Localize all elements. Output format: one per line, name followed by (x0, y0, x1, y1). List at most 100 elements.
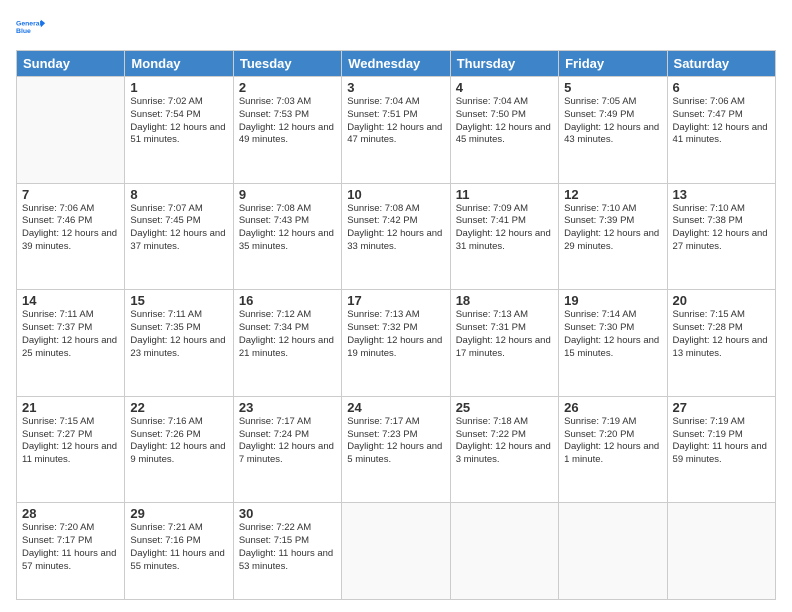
calendar-table: SundayMondayTuesdayWednesdayThursdayFrid… (16, 50, 776, 600)
calendar-cell: 15Sunrise: 7:11 AM Sunset: 7:35 PM Dayli… (125, 290, 233, 397)
day-info: Sunrise: 7:13 AM Sunset: 7:31 PM Dayligh… (456, 309, 553, 360)
weekday-header-monday: Monday (125, 51, 233, 77)
day-number: 30 (239, 506, 336, 521)
calendar-cell (559, 503, 667, 600)
day-info: Sunrise: 7:19 AM Sunset: 7:19 PM Dayligh… (673, 416, 770, 467)
day-number: 4 (456, 80, 553, 95)
calendar-cell: 20Sunrise: 7:15 AM Sunset: 7:28 PM Dayli… (667, 290, 775, 397)
day-number: 27 (673, 400, 770, 415)
calendar-cell: 17Sunrise: 7:13 AM Sunset: 7:32 PM Dayli… (342, 290, 450, 397)
calendar-cell (450, 503, 558, 600)
calendar-cell: 14Sunrise: 7:11 AM Sunset: 7:37 PM Dayli… (17, 290, 125, 397)
day-info: Sunrise: 7:12 AM Sunset: 7:34 PM Dayligh… (239, 309, 336, 360)
day-number: 20 (673, 293, 770, 308)
calendar-week-0: 1Sunrise: 7:02 AM Sunset: 7:54 PM Daylig… (17, 77, 776, 184)
day-info: Sunrise: 7:18 AM Sunset: 7:22 PM Dayligh… (456, 416, 553, 467)
calendar-cell: 29Sunrise: 7:21 AM Sunset: 7:16 PM Dayli… (125, 503, 233, 600)
calendar-week-4: 28Sunrise: 7:20 AM Sunset: 7:17 PM Dayli… (17, 503, 776, 600)
weekday-header-saturday: Saturday (667, 51, 775, 77)
calendar-cell: 9Sunrise: 7:08 AM Sunset: 7:43 PM Daylig… (233, 183, 341, 290)
day-number: 6 (673, 80, 770, 95)
day-info: Sunrise: 7:09 AM Sunset: 7:41 PM Dayligh… (456, 203, 553, 254)
day-info: Sunrise: 7:11 AM Sunset: 7:37 PM Dayligh… (22, 309, 119, 360)
calendar-cell: 28Sunrise: 7:20 AM Sunset: 7:17 PM Dayli… (17, 503, 125, 600)
calendar-cell: 26Sunrise: 7:19 AM Sunset: 7:20 PM Dayli… (559, 396, 667, 503)
day-info: Sunrise: 7:06 AM Sunset: 7:46 PM Dayligh… (22, 203, 119, 254)
calendar-week-2: 14Sunrise: 7:11 AM Sunset: 7:37 PM Dayli… (17, 290, 776, 397)
day-number: 21 (22, 400, 119, 415)
day-info: Sunrise: 7:05 AM Sunset: 7:49 PM Dayligh… (564, 96, 661, 147)
day-number: 10 (347, 187, 444, 202)
calendar-cell (17, 77, 125, 184)
day-info: Sunrise: 7:02 AM Sunset: 7:54 PM Dayligh… (130, 96, 227, 147)
day-number: 25 (456, 400, 553, 415)
calendar-cell: 8Sunrise: 7:07 AM Sunset: 7:45 PM Daylig… (125, 183, 233, 290)
day-number: 28 (22, 506, 119, 521)
calendar-cell: 25Sunrise: 7:18 AM Sunset: 7:22 PM Dayli… (450, 396, 558, 503)
day-number: 5 (564, 80, 661, 95)
calendar-cell (342, 503, 450, 600)
calendar-cell: 22Sunrise: 7:16 AM Sunset: 7:26 PM Dayli… (125, 396, 233, 503)
calendar-cell: 16Sunrise: 7:12 AM Sunset: 7:34 PM Dayli… (233, 290, 341, 397)
header: GeneralBlue (16, 12, 776, 42)
calendar-cell: 2Sunrise: 7:03 AM Sunset: 7:53 PM Daylig… (233, 77, 341, 184)
weekday-header-row: SundayMondayTuesdayWednesdayThursdayFrid… (17, 51, 776, 77)
day-info: Sunrise: 7:15 AM Sunset: 7:27 PM Dayligh… (22, 416, 119, 467)
calendar-cell: 19Sunrise: 7:14 AM Sunset: 7:30 PM Dayli… (559, 290, 667, 397)
day-info: Sunrise: 7:07 AM Sunset: 7:45 PM Dayligh… (130, 203, 227, 254)
day-number: 18 (456, 293, 553, 308)
calendar-cell: 4Sunrise: 7:04 AM Sunset: 7:50 PM Daylig… (450, 77, 558, 184)
calendar-week-1: 7Sunrise: 7:06 AM Sunset: 7:46 PM Daylig… (17, 183, 776, 290)
day-number: 11 (456, 187, 553, 202)
day-number: 23 (239, 400, 336, 415)
calendar-cell: 12Sunrise: 7:10 AM Sunset: 7:39 PM Dayli… (559, 183, 667, 290)
day-info: Sunrise: 7:08 AM Sunset: 7:43 PM Dayligh… (239, 203, 336, 254)
day-info: Sunrise: 7:11 AM Sunset: 7:35 PM Dayligh… (130, 309, 227, 360)
day-number: 1 (130, 80, 227, 95)
weekday-header-friday: Friday (559, 51, 667, 77)
day-number: 2 (239, 80, 336, 95)
calendar-cell: 27Sunrise: 7:19 AM Sunset: 7:19 PM Dayli… (667, 396, 775, 503)
calendar-cell: 3Sunrise: 7:04 AM Sunset: 7:51 PM Daylig… (342, 77, 450, 184)
day-info: Sunrise: 7:10 AM Sunset: 7:38 PM Dayligh… (673, 203, 770, 254)
page: GeneralBlue SundayMondayTuesdayWednesday… (0, 0, 792, 612)
calendar-cell: 21Sunrise: 7:15 AM Sunset: 7:27 PM Dayli… (17, 396, 125, 503)
calendar-cell: 30Sunrise: 7:22 AM Sunset: 7:15 PM Dayli… (233, 503, 341, 600)
calendar-cell: 7Sunrise: 7:06 AM Sunset: 7:46 PM Daylig… (17, 183, 125, 290)
day-info: Sunrise: 7:03 AM Sunset: 7:53 PM Dayligh… (239, 96, 336, 147)
calendar-cell: 24Sunrise: 7:17 AM Sunset: 7:23 PM Dayli… (342, 396, 450, 503)
day-number: 8 (130, 187, 227, 202)
logo: GeneralBlue (16, 12, 46, 42)
day-info: Sunrise: 7:17 AM Sunset: 7:23 PM Dayligh… (347, 416, 444, 467)
day-number: 24 (347, 400, 444, 415)
calendar-cell: 5Sunrise: 7:05 AM Sunset: 7:49 PM Daylig… (559, 77, 667, 184)
day-info: Sunrise: 7:10 AM Sunset: 7:39 PM Dayligh… (564, 203, 661, 254)
day-number: 19 (564, 293, 661, 308)
weekday-header-tuesday: Tuesday (233, 51, 341, 77)
day-info: Sunrise: 7:22 AM Sunset: 7:15 PM Dayligh… (239, 522, 336, 573)
day-info: Sunrise: 7:17 AM Sunset: 7:24 PM Dayligh… (239, 416, 336, 467)
day-info: Sunrise: 7:20 AM Sunset: 7:17 PM Dayligh… (22, 522, 119, 573)
day-number: 9 (239, 187, 336, 202)
day-info: Sunrise: 7:04 AM Sunset: 7:51 PM Dayligh… (347, 96, 444, 147)
day-number: 7 (22, 187, 119, 202)
svg-text:Blue: Blue (16, 28, 31, 35)
calendar-cell: 11Sunrise: 7:09 AM Sunset: 7:41 PM Dayli… (450, 183, 558, 290)
day-info: Sunrise: 7:06 AM Sunset: 7:47 PM Dayligh… (673, 96, 770, 147)
calendar-cell: 23Sunrise: 7:17 AM Sunset: 7:24 PM Dayli… (233, 396, 341, 503)
day-number: 12 (564, 187, 661, 202)
svg-text:General: General (16, 21, 42, 28)
day-number: 3 (347, 80, 444, 95)
day-info: Sunrise: 7:21 AM Sunset: 7:16 PM Dayligh… (130, 522, 227, 573)
calendar-cell (667, 503, 775, 600)
calendar-cell: 10Sunrise: 7:08 AM Sunset: 7:42 PM Dayli… (342, 183, 450, 290)
day-number: 14 (22, 293, 119, 308)
weekday-header-sunday: Sunday (17, 51, 125, 77)
logo-icon: GeneralBlue (16, 12, 46, 42)
day-info: Sunrise: 7:04 AM Sunset: 7:50 PM Dayligh… (456, 96, 553, 147)
day-number: 13 (673, 187, 770, 202)
day-info: Sunrise: 7:13 AM Sunset: 7:32 PM Dayligh… (347, 309, 444, 360)
day-number: 26 (564, 400, 661, 415)
day-number: 16 (239, 293, 336, 308)
calendar-cell: 1Sunrise: 7:02 AM Sunset: 7:54 PM Daylig… (125, 77, 233, 184)
